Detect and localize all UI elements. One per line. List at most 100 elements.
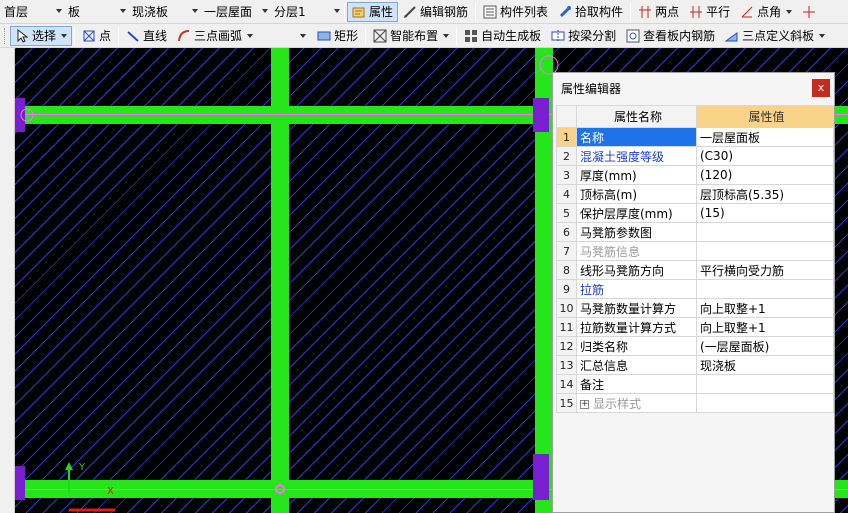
property-name-text: 拉筋数量计算方式: [580, 320, 677, 335]
three-point-slope-button[interactable]: 三点定义斜板: [720, 26, 830, 46]
property-value-cell[interactable]: 向上取整+1: [696, 317, 834, 337]
toolbar-separator: [630, 2, 632, 21]
element-subtype-select[interactable]: 现浇板: [128, 2, 200, 22]
property-row[interactable]: 1 名称 一层屋面板: [556, 127, 834, 147]
element-name-select[interactable]: 一层屋面: [200, 2, 270, 22]
property-row[interactable]: 9 拉筋: [556, 279, 834, 299]
property-value-cell[interactable]: 平行横向受力筋: [696, 260, 834, 280]
auto-generate-slab-button[interactable]: 自动生成板: [459, 26, 546, 46]
chevron-down-icon[interactable]: [300, 33, 307, 38]
property-value-cell[interactable]: [696, 222, 834, 242]
property-row[interactable]: 15 + 显示样式: [556, 393, 834, 413]
property-name-cell: 拉筋数量计算方式: [576, 317, 697, 337]
chevron-down-icon: [262, 8, 268, 13]
parallel-button[interactable]: 平行: [684, 2, 735, 22]
expand-plus-icon[interactable]: +: [580, 399, 589, 409]
property-value-cell[interactable]: 向上取整+1: [696, 298, 834, 318]
property-value-cell[interactable]: [696, 393, 834, 413]
property-row[interactable]: 10 马凳筋数量计算方 向上取整+1: [556, 298, 834, 318]
view-slab-rebar-button[interactable]: 查看板内钢筋: [621, 26, 720, 46]
eyedropper-icon: [558, 5, 572, 19]
property-value-cell[interactable]: [696, 279, 834, 299]
property-row[interactable]: 4 顶标高(m) 层顶标高(5.35): [556, 184, 834, 204]
property-row[interactable]: 11 拉筋数量计算方式 向上取整+1: [556, 317, 834, 337]
x-axis-label: X: [107, 486, 114, 497]
close-button[interactable]: x: [812, 79, 830, 97]
select-button[interactable]: 选择: [10, 25, 73, 46]
property-name-cell: 马凳筋信息: [576, 241, 697, 261]
property-row[interactable]: 3 厚度(mm) (120): [556, 165, 834, 185]
property-name-text: 马凳筋参数图: [580, 225, 653, 240]
split-by-beam-button[interactable]: 按梁分割: [546, 26, 621, 46]
property-name-cell: 归类名称: [576, 336, 697, 356]
point-angle-button[interactable]: 点角: [735, 2, 797, 22]
property-value-cell[interactable]: (一层屋面板): [696, 336, 834, 356]
chevron-down-icon: [61, 33, 68, 38]
chevron-down-icon: [247, 33, 254, 38]
property-name-text: 保护层厚度(mm): [580, 206, 673, 221]
toolbar-separator: [456, 26, 458, 45]
property-value-cell[interactable]: 现浇板: [696, 355, 834, 375]
toolbar-grip[interactable]: [4, 27, 7, 44]
edit-rebar-label: 编辑钢筋: [420, 5, 469, 19]
row-number: 7: [556, 241, 577, 261]
property-value-cell[interactable]: [696, 374, 834, 394]
property-name-cell: 马凳筋参数图: [576, 222, 697, 242]
two-point-button[interactable]: 两点: [633, 2, 684, 22]
properties-button[interactable]: 属性: [347, 1, 399, 22]
rectangle-button[interactable]: 矩形: [312, 26, 363, 46]
point-angle-label: 点角: [757, 5, 782, 19]
property-name-cell: 拉筋: [576, 279, 697, 299]
property-name-text: 汇总信息: [580, 358, 629, 373]
property-value-cell[interactable]: [696, 241, 834, 261]
property-editor-title: 属性编辑器: [561, 81, 622, 96]
property-row[interactable]: 12 归类名称 (一层屋面板): [556, 336, 834, 356]
row-number: 14: [556, 374, 577, 394]
drawing-toolbar: 选择 点 直线 三点画弧 矩形 智能布置 自动生成板 按梁分割 查看板内钢筋 三…: [0, 24, 848, 48]
property-value-cell[interactable]: 层顶标高(5.35): [696, 184, 834, 204]
property-row[interactable]: 14 备注: [556, 374, 834, 394]
smart-layout-button[interactable]: 智能布置: [368, 26, 454, 46]
edit-rebar-icon: [403, 5, 417, 19]
component-list-label: 构件列表: [500, 5, 549, 19]
property-editor-titlebar[interactable]: 属性编辑器 x: [553, 73, 834, 103]
property-name-cell: 顶标高(m): [576, 184, 697, 204]
point-button[interactable]: 点: [77, 26, 116, 46]
property-value-cell[interactable]: (120): [696, 165, 834, 185]
property-name-cell: 汇总信息: [576, 355, 697, 375]
chevron-down-icon: [334, 8, 340, 13]
property-name-text: 归类名称: [580, 339, 629, 354]
layer-select[interactable]: 分层1: [270, 2, 342, 22]
snap-point-marker: [275, 484, 285, 494]
property-name-text: 混凝土强度等级: [580, 149, 665, 164]
property-row[interactable]: 2 混凝土强度等级 (C30): [556, 146, 834, 166]
property-value-cell[interactable]: (C30): [696, 146, 834, 166]
row-number: 13: [556, 355, 577, 375]
toolbar-separator: [344, 2, 345, 21]
element-type-select[interactable]: 板: [64, 2, 128, 22]
property-value-cell[interactable]: 一层屋面板: [696, 127, 834, 147]
property-row[interactable]: 13 汇总信息 现浇板: [556, 355, 834, 375]
property-row[interactable]: 8 线形马凳筋方向 平行横向受力筋: [556, 260, 834, 280]
floor-select[interactable]: 首层: [0, 2, 64, 22]
point-icon: [82, 29, 96, 43]
more-axis-button[interactable]: [797, 2, 821, 22]
property-value-cell[interactable]: (15): [696, 203, 834, 223]
three-point-arc-button[interactable]: 三点画弧: [172, 26, 258, 46]
row-number: 1: [556, 127, 577, 147]
pick-component-button[interactable]: 拾取构件: [553, 2, 628, 22]
property-row[interactable]: 5 保护层厚度(mm) (15): [556, 203, 834, 223]
split-by-beam-label: 按梁分割: [568, 29, 617, 43]
left-ruler: [0, 48, 15, 513]
component-list-button[interactable]: 构件列表: [478, 2, 553, 22]
layer-select-value: 分层1: [274, 5, 306, 19]
property-row[interactable]: 6 马凳筋参数图: [556, 222, 834, 242]
row-number: 10: [556, 298, 577, 318]
line-button[interactable]: 直线: [121, 26, 172, 46]
toolbar-separator: [118, 26, 120, 45]
chevron-down-icon[interactable]: [786, 9, 793, 14]
properties-icon: [352, 5, 366, 19]
two-point-label: 两点: [655, 5, 680, 19]
edit-rebar-button[interactable]: 编辑钢筋: [398, 2, 473, 22]
property-row[interactable]: 7 马凳筋信息: [556, 241, 834, 261]
